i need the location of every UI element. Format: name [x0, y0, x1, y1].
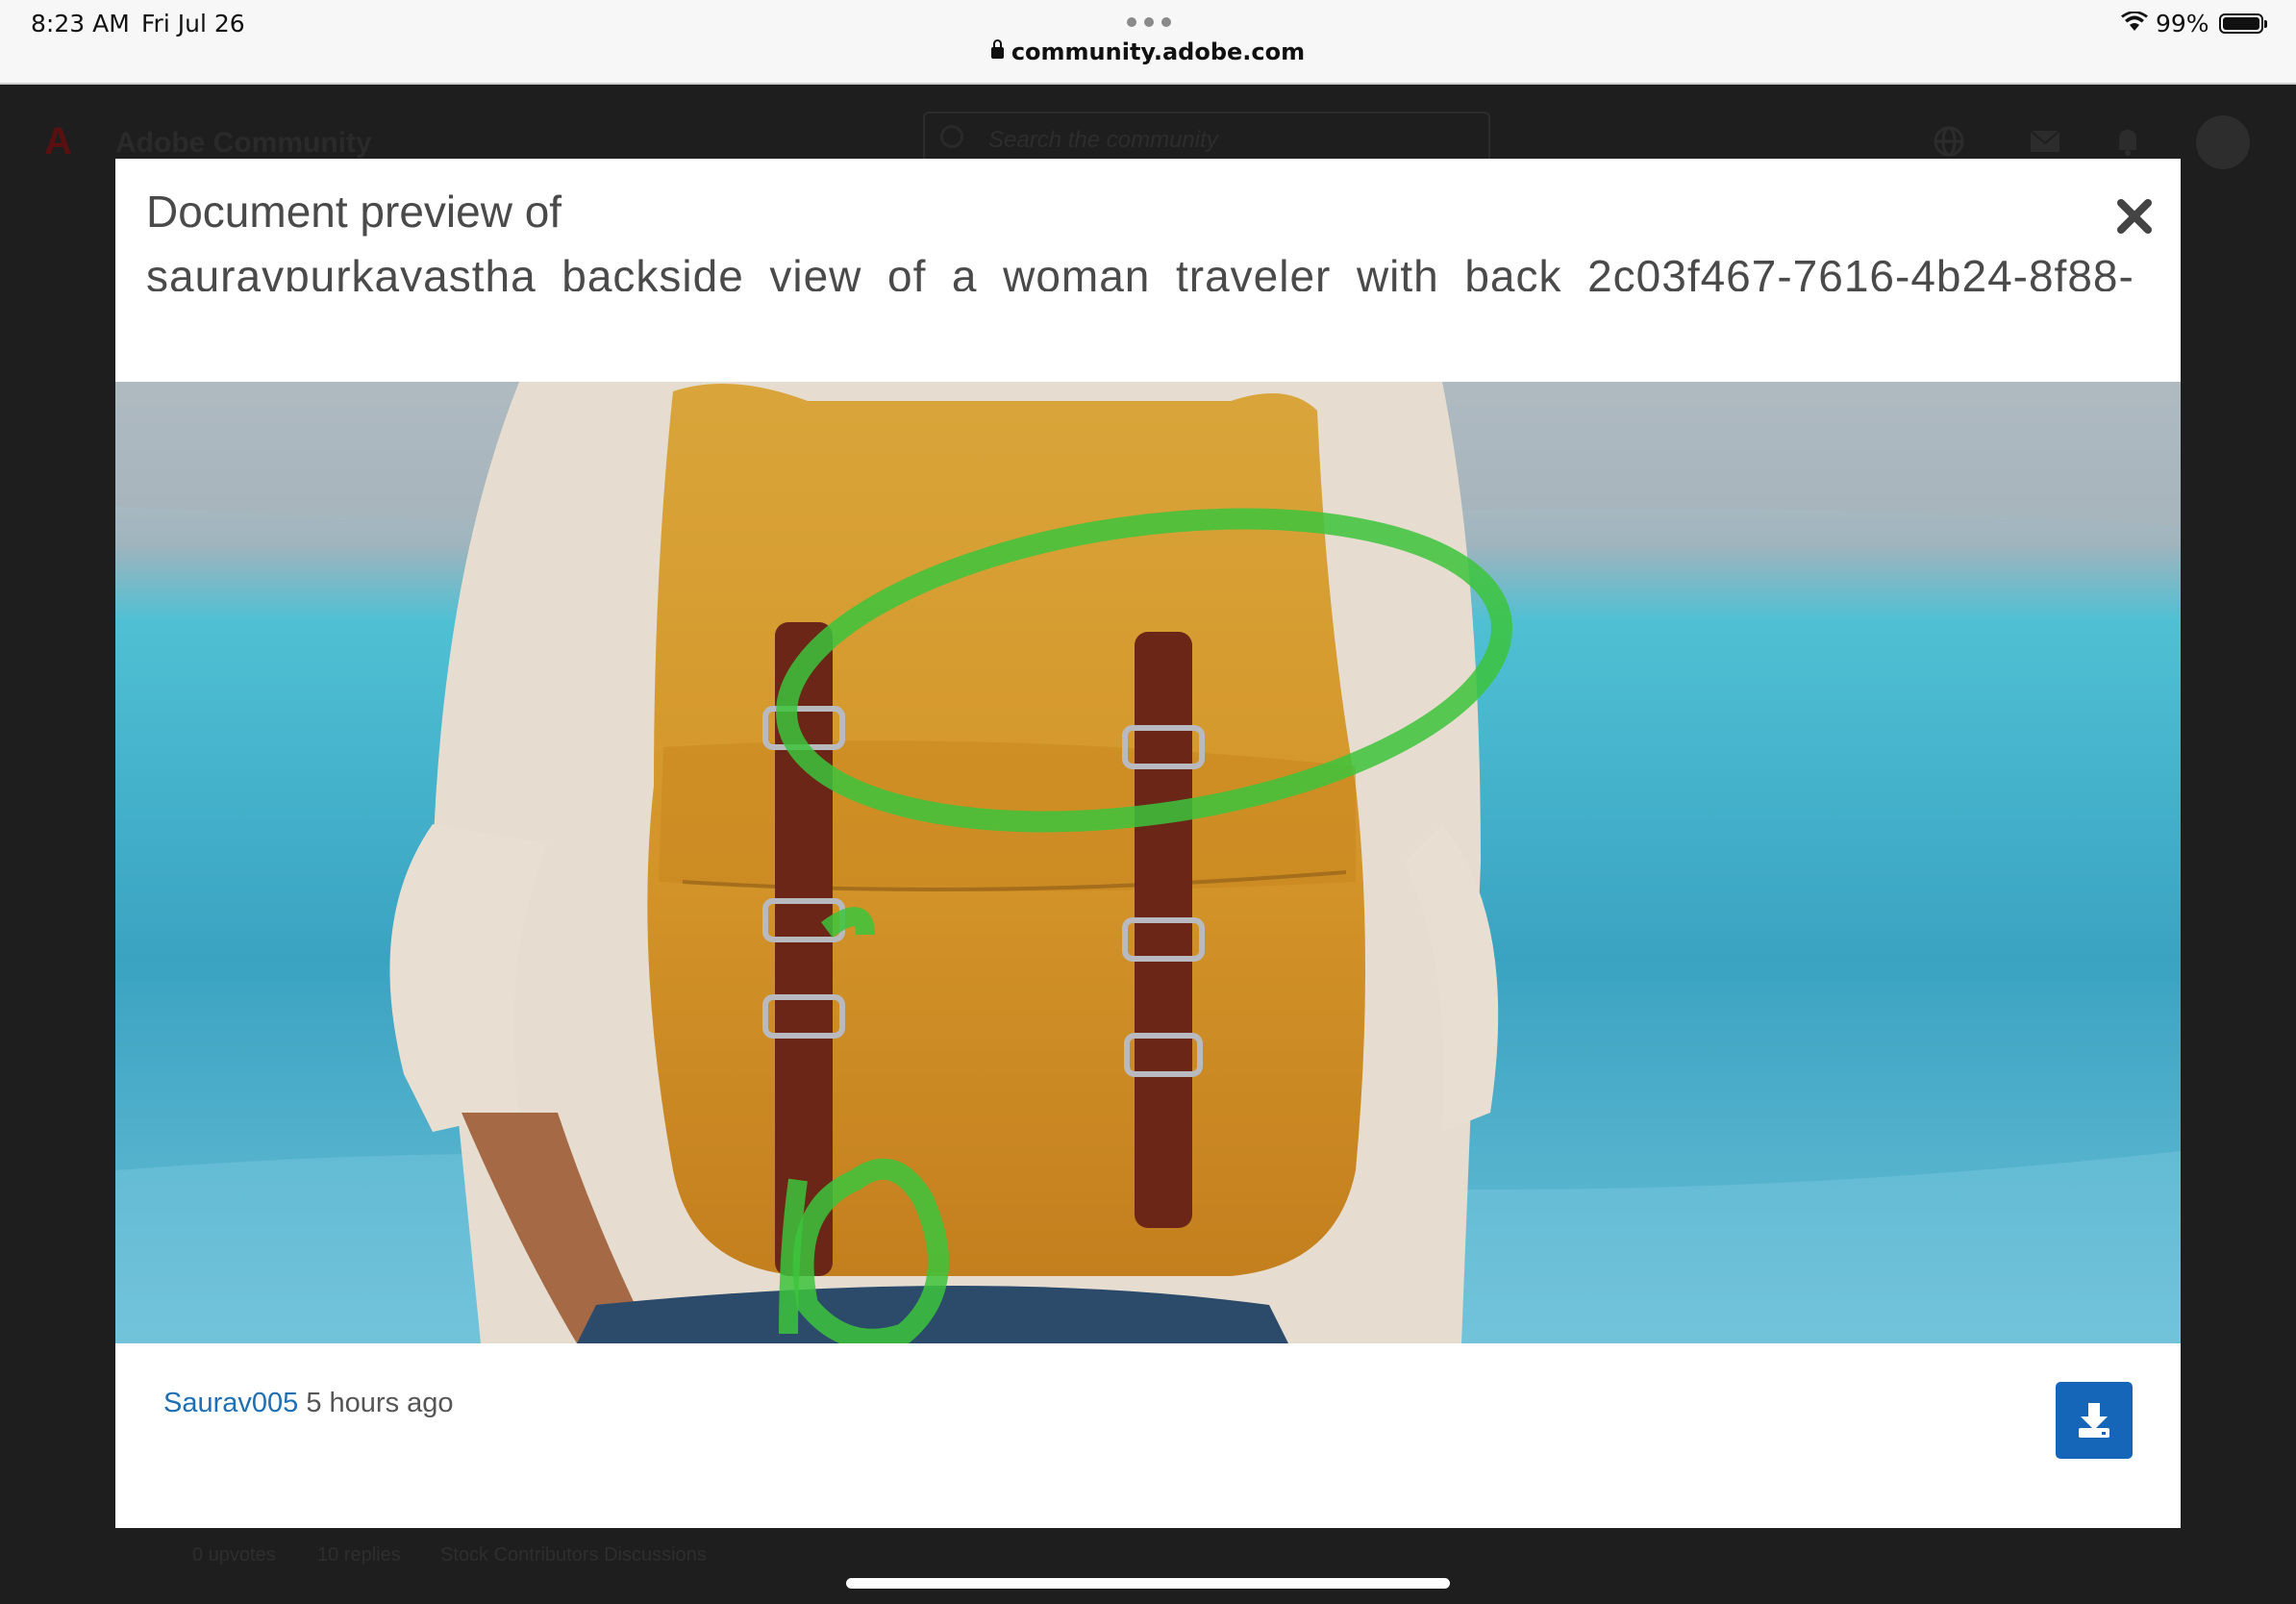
background-header: A Adobe Community Search the community	[0, 87, 2296, 169]
home-indicator[interactable]	[846, 1578, 1450, 1589]
url-text: community.adobe.com	[1011, 38, 1306, 65]
backpack-photo	[115, 382, 2181, 1343]
site-title: Adobe Community	[115, 127, 372, 159]
document-preview-modal: Document preview of sauravpurkayastha_ba…	[115, 159, 2181, 1528]
preview-image	[115, 382, 2181, 1343]
avatar	[2196, 115, 2250, 169]
globe-icon	[1934, 126, 1964, 157]
replies-count: 10 replies	[317, 1544, 401, 1566]
upvotes-count: 0 upvotes	[192, 1544, 276, 1566]
status-bar: 8:23 AM Fri Jul 26 community.adobe.com 9…	[0, 0, 2296, 85]
status-time: 8:23 AM	[31, 10, 130, 38]
close-button[interactable]	[2113, 195, 2156, 238]
lock-icon	[990, 39, 1004, 59]
adobe-logo-icon: A	[44, 120, 72, 163]
close-icon	[2117, 199, 2152, 234]
modal-filename: sauravpurkayastha_backside_view_of_a_wom…	[146, 251, 2134, 291]
status-date: Fri Jul 26	[141, 10, 245, 38]
modal-title: Document preview of	[146, 187, 562, 237]
board-name: Stock Contributors Discussions	[440, 1544, 707, 1566]
bell-icon	[2119, 130, 2136, 156]
download-button[interactable]	[2056, 1382, 2133, 1459]
author-link[interactable]: Saurav005	[163, 1388, 298, 1418]
search-icon	[940, 125, 963, 148]
multitasking-dots-icon[interactable]	[1127, 17, 1171, 27]
post-meta: Saurav005 5 hours ago	[163, 1388, 454, 1419]
battery-icon	[2219, 13, 2267, 34]
post-time: 5 hours ago	[306, 1388, 454, 1418]
address-bar[interactable]: community.adobe.com	[0, 38, 2296, 65]
battery-percent: 99%	[2156, 10, 2209, 38]
mail-icon	[2030, 130, 2060, 152]
search-box: Search the community	[923, 112, 1490, 165]
download-icon	[2079, 1403, 2109, 1438]
search-placeholder: Search the community	[988, 127, 1218, 153]
wifi-icon	[2121, 12, 2148, 31]
